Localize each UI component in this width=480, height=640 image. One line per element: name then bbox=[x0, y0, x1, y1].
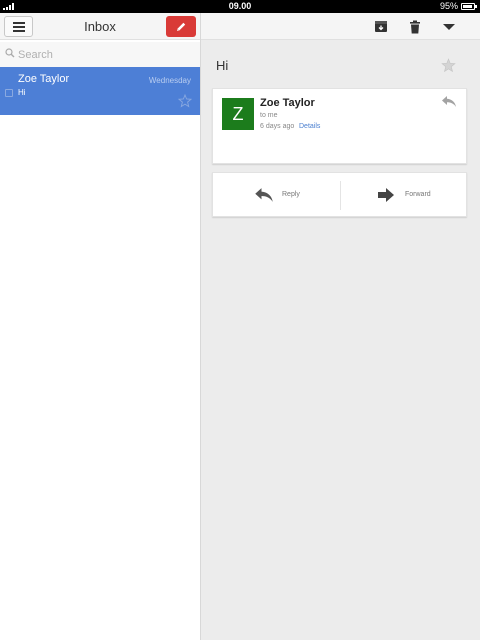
archive-icon bbox=[375, 21, 387, 32]
chevron-down-icon bbox=[443, 23, 455, 30]
reply-button[interactable]: Reply bbox=[213, 173, 340, 218]
inbox-pane: Inbox Zoe Taylor Wednesday Hi bbox=[0, 13, 201, 640]
battery-icon bbox=[461, 3, 477, 10]
forward-icon bbox=[378, 188, 394, 202]
list-item-date: Wednesday bbox=[148, 76, 191, 85]
details-link[interactable]: Details bbox=[299, 123, 320, 130]
avatar: Z bbox=[222, 98, 254, 130]
delete-button[interactable] bbox=[406, 18, 424, 35]
star-icon[interactable] bbox=[441, 58, 456, 73]
forward-label: Forward bbox=[405, 191, 431, 198]
list-item-snippet: Hi bbox=[18, 88, 26, 97]
forward-button[interactable]: Forward bbox=[341, 173, 468, 218]
status-time: 09.00 bbox=[228, 1, 252, 11]
search-bar bbox=[0, 42, 200, 67]
message-pane: Hi Z Zoe Taylor to me 6 days ago Details… bbox=[201, 13, 480, 640]
archive-button[interactable] bbox=[372, 18, 390, 35]
list-item[interactable]: Zoe Taylor Wednesday Hi bbox=[0, 67, 200, 115]
message-subject: Hi bbox=[216, 58, 229, 73]
reply-icon[interactable] bbox=[441, 95, 457, 108]
trash-icon bbox=[410, 20, 420, 33]
message-toolbar bbox=[201, 13, 480, 40]
compose-button[interactable] bbox=[166, 16, 196, 37]
star-icon[interactable] bbox=[178, 94, 192, 108]
list-item-checkbox[interactable] bbox=[5, 89, 13, 97]
reply-label: Reply bbox=[282, 191, 300, 198]
message-card: Z Zoe Taylor to me 6 days ago Details bbox=[212, 88, 467, 164]
battery-percentage: 95% bbox=[439, 1, 458, 11]
pencil-icon bbox=[177, 22, 186, 31]
message-sender: Zoe Taylor bbox=[260, 97, 315, 109]
list-item-sender: Zoe Taylor bbox=[18, 73, 70, 85]
message-recipient: to me bbox=[260, 112, 278, 119]
search-input[interactable] bbox=[18, 46, 188, 63]
inbox-header: Inbox bbox=[0, 13, 200, 40]
status-bar: 09.00 95% bbox=[0, 0, 480, 13]
reply-icon bbox=[255, 188, 273, 202]
message-actions: Reply Forward bbox=[212, 172, 467, 217]
search-icon bbox=[5, 48, 15, 58]
message-time: 6 days ago bbox=[260, 123, 295, 130]
more-button[interactable] bbox=[440, 18, 458, 35]
